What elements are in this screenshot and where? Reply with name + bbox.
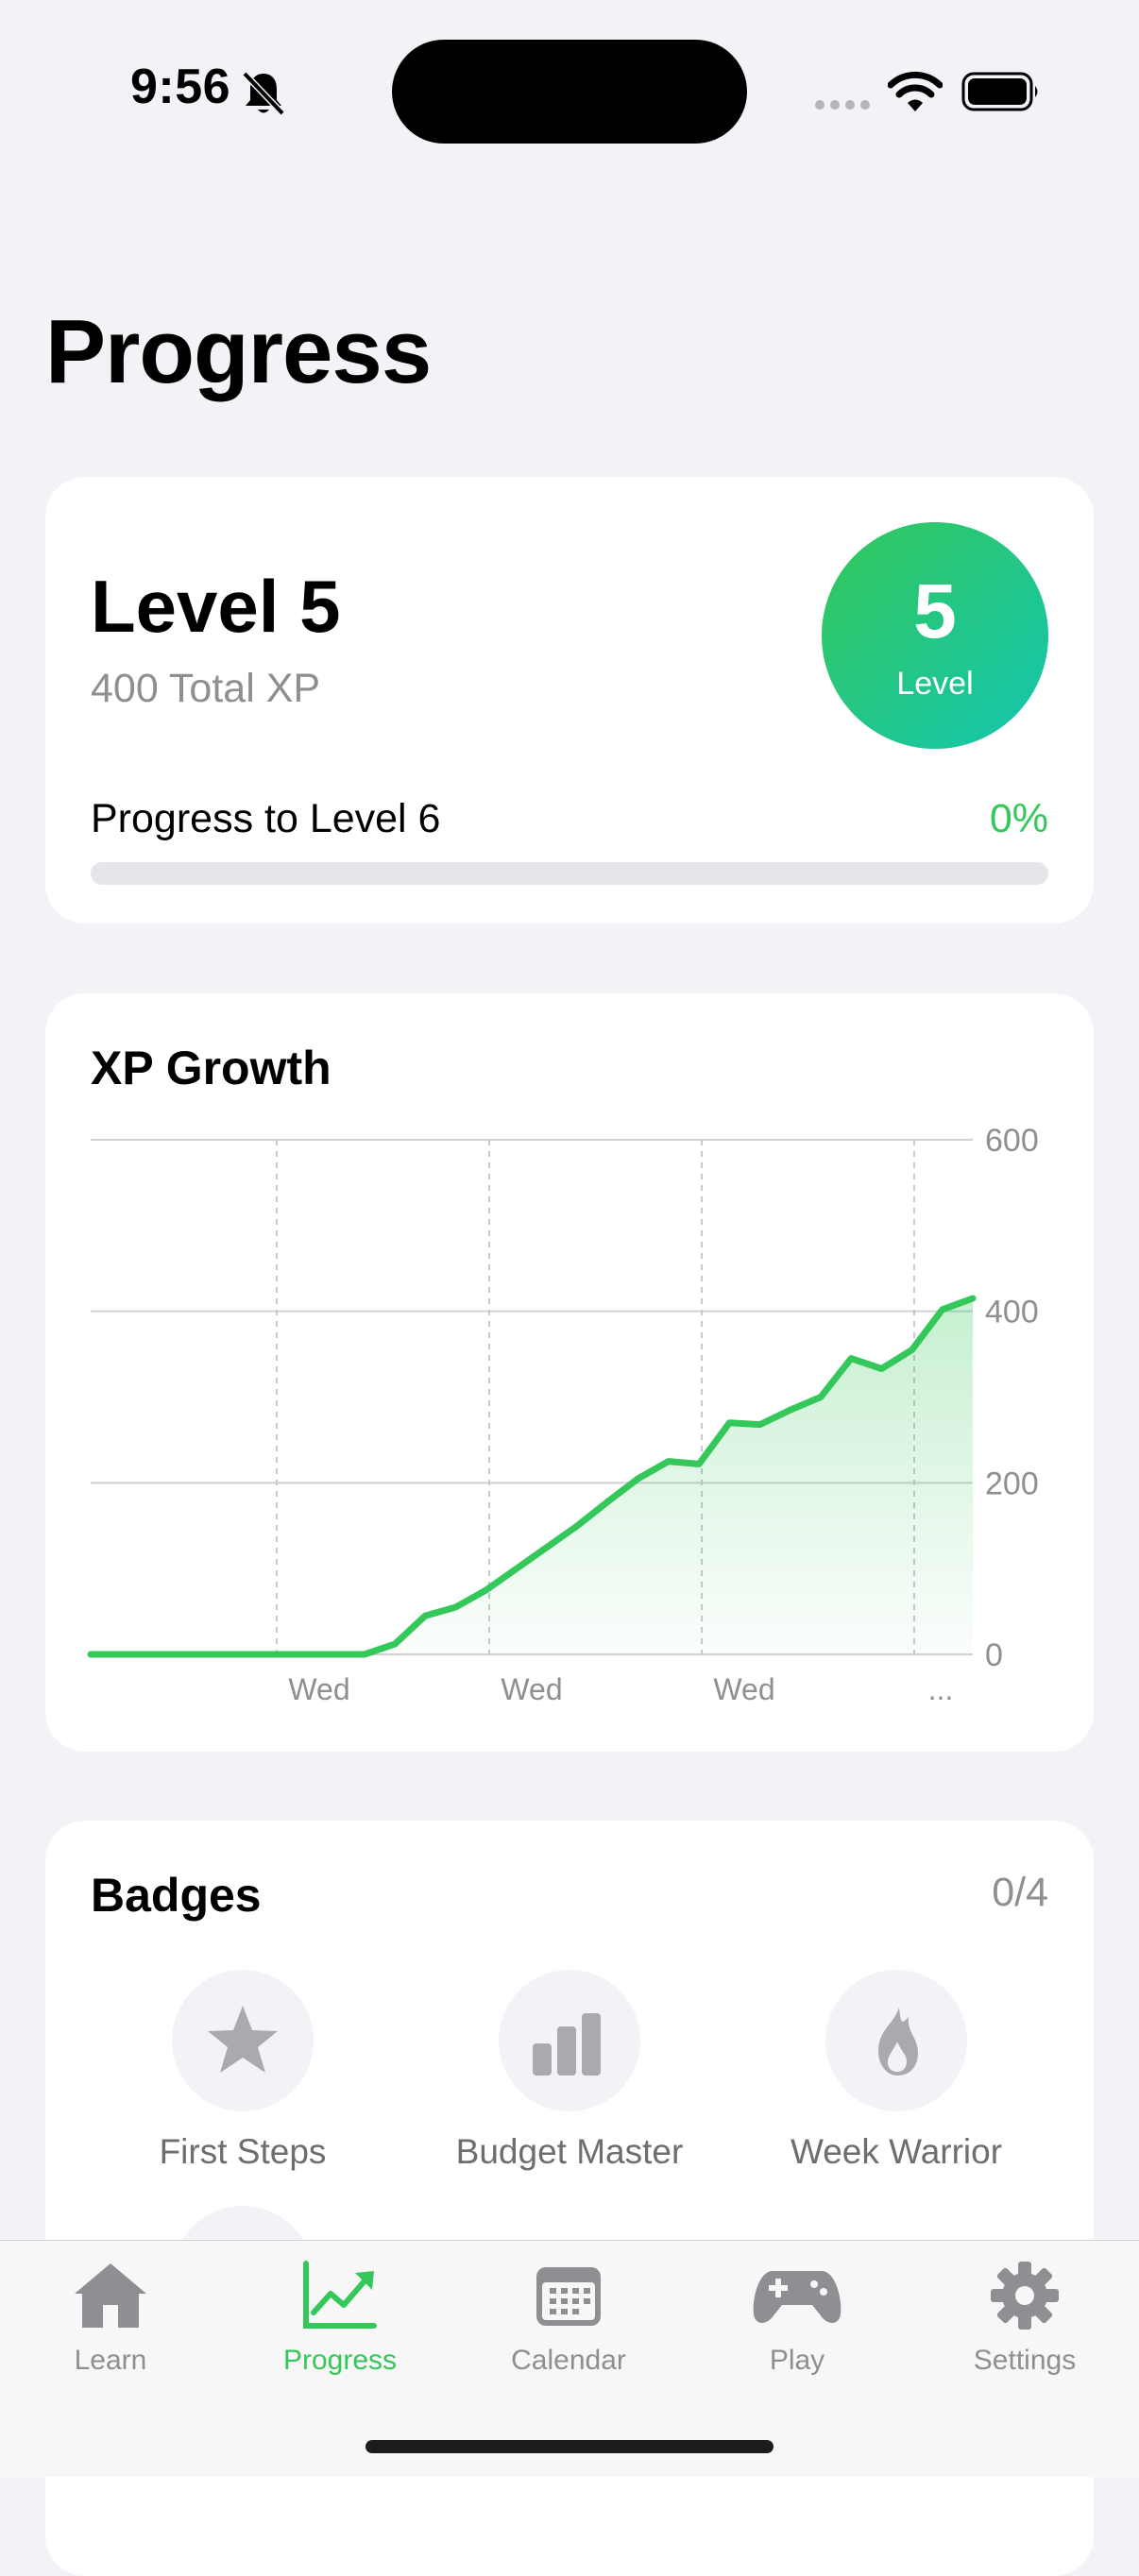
tab-progress[interactable]: Progress — [227, 2241, 453, 2392]
flame-icon — [878, 2008, 918, 2076]
chart-icon — [303, 2261, 377, 2329]
calendar-icon — [536, 2267, 601, 2326]
tab-calendar[interactable]: Calendar — [455, 2241, 682, 2392]
level-title: Level 5 — [91, 565, 341, 648]
y-tick-label: 200 — [985, 1466, 1039, 1501]
gamepad-icon — [753, 2271, 842, 2323]
tab-label: Settings — [973, 2345, 1077, 2376]
gear-icon — [991, 2262, 1059, 2330]
tab-label: Learn — [74, 2345, 147, 2376]
battery-icon — [961, 72, 1038, 111]
y-tick-label: 0 — [985, 1637, 1003, 1673]
level-badge: 5 Level — [822, 522, 1048, 749]
y-tick-label: 400 — [985, 1295, 1039, 1330]
house-icon — [75, 2263, 146, 2328]
level-badge-label: Level — [896, 666, 974, 702]
badge-name: Budget Master — [455, 2132, 684, 2171]
y-tick-label: 600 — [985, 1123, 1039, 1159]
badges-count: 0/4 — [992, 1870, 1048, 1915]
tab-play[interactable]: Play — [684, 2241, 910, 2392]
home-indicator — [366, 2440, 774, 2453]
xp-growth-chart: 600 400 200 0 Wed Wed Wed... — [87, 1123, 1039, 1706]
x-tick-label: Wed — [501, 1672, 562, 1706]
tab-label: Calendar — [511, 2345, 626, 2376]
tab-label: Play — [769, 2345, 825, 2376]
bar-chart-icon — [533, 2013, 601, 2076]
badge-name: Week Warrior — [790, 2132, 1003, 2171]
level-badge-number: 5 — [913, 568, 957, 654]
progress-percent: 0% — [989, 796, 1048, 841]
badge-budget-master[interactable] — [499, 1970, 640, 2111]
status-time: 9:56 — [130, 59, 231, 114]
xp-area — [91, 1298, 973, 1654]
badge-week-warrior[interactable] — [825, 1970, 967, 2111]
dynamic-island — [392, 40, 747, 144]
x-tick-label: Wed — [713, 1672, 774, 1706]
xp-growth-card: XP Growth 600 400 200 0 Wed Wed Wed... — [45, 993, 1094, 1752]
badge-name: First Steps — [159, 2132, 327, 2171]
progress-bar — [91, 862, 1048, 885]
progress-label: Progress to Level 6 — [91, 796, 441, 841]
signal-dots-icon — [815, 100, 870, 110]
total-xp: 400 Total XP — [91, 666, 321, 711]
star-icon — [208, 2006, 278, 2073]
tab-learn[interactable]: Learn — [0, 2241, 224, 2392]
badge-first-steps[interactable] — [172, 1970, 314, 2111]
page-title: Progress — [45, 301, 432, 402]
bell-slash-icon — [242, 71, 285, 116]
tab-settings[interactable]: Settings — [911, 2241, 1138, 2392]
wifi-icon — [888, 71, 943, 111]
level-card: Level 5 400 Total XP 5 Level Progress to… — [45, 477, 1094, 924]
tab-label: Progress — [282, 2345, 398, 2376]
badges-title: Badges — [91, 1869, 262, 1922]
x-tick-label: Wed — [288, 1672, 349, 1706]
x-tick-label: ... — [928, 1672, 954, 1706]
